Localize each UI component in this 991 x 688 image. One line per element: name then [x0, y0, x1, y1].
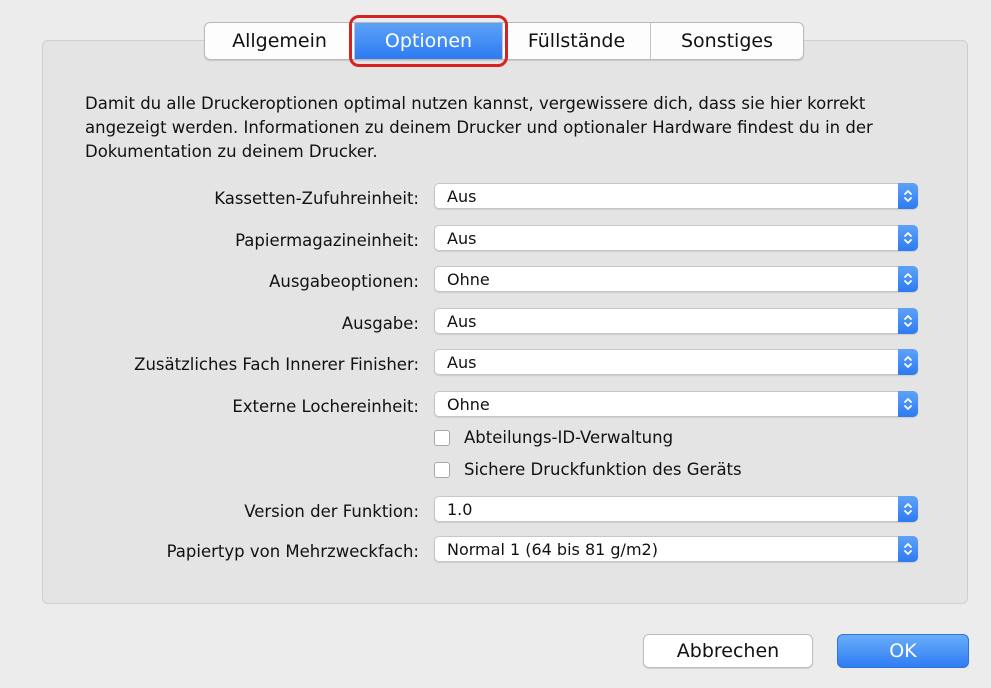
option-row-kassetten: Kassetten-Zufuhreinheit: Aus [0, 183, 991, 213]
updown-chevron-icon [898, 391, 918, 417]
select-value: Normal 1 (64 bis 81 g/m2) [447, 540, 658, 559]
tab-bar: Allgemein Optionen Füllstände Sonstiges [204, 15, 804, 67]
option-row-ausgabe: Ausgabe: Aus [0, 308, 991, 338]
option-label: Papiermagazineinheit: [235, 231, 419, 250]
option-row-papiermagazin: Papiermagazineinheit: Aus [0, 225, 991, 255]
externe-lochereinheit-select[interactable]: Ohne [434, 391, 918, 417]
option-label: Externe Lochereinheit: [232, 397, 419, 416]
checkbox-label: Sichere Druckfunktion des Geräts [464, 460, 742, 479]
updown-chevron-icon [898, 536, 918, 562]
cancel-button[interactable]: Abbrechen [643, 634, 813, 668]
option-row-zusaetzliches-fach: Zusätzliches Fach Innerer Finisher: Aus [0, 349, 991, 379]
ausgabeoptionen-select[interactable]: Ohne [434, 266, 918, 292]
option-label: Papiertyp von Mehrzweckfach: [166, 542, 419, 561]
tab-sonstiges[interactable]: Sonstiges [651, 23, 803, 59]
version-der-funktion-select[interactable]: 1.0 [434, 496, 918, 522]
updown-chevron-icon [898, 266, 918, 292]
select-value: Aus [447, 187, 477, 206]
option-label: Kassetten-Zufuhreinheit: [214, 189, 419, 208]
intro-text: Damit du alle Druckeroptionen optimal nu… [85, 94, 873, 161]
updown-chevron-icon [898, 183, 918, 209]
updown-chevron-icon [898, 496, 918, 522]
ok-button[interactable]: OK [837, 634, 969, 668]
checkbox-label: Abteilungs-ID-Verwaltung [464, 428, 674, 447]
option-label: Ausgabeoptionen: [269, 272, 419, 291]
tab-optionen[interactable]: Optionen [349, 15, 508, 67]
select-value: Aus [447, 353, 477, 372]
papiermagazineinheit-select[interactable]: Aus [434, 225, 918, 251]
select-value: Aus [447, 229, 477, 248]
option-label: Zusätzliches Fach Innerer Finisher: [134, 355, 419, 374]
option-row-version: Version der Funktion: 1.0 [0, 496, 991, 526]
select-value: Ohne [447, 395, 490, 414]
updown-chevron-icon [898, 225, 918, 251]
tab-fuellstaende[interactable]: Füllstände [503, 23, 651, 59]
zusaetzliches-fach-select[interactable]: Aus [434, 349, 918, 375]
papiertyp-select[interactable]: Normal 1 (64 bis 81 g/m2) [434, 536, 918, 562]
option-label: Ausgabe: [341, 314, 419, 333]
select-value: 1.0 [447, 500, 473, 519]
kassetten-zufuhreinheit-select[interactable]: Aus [434, 183, 918, 209]
option-label: Version der Funktion: [244, 502, 419, 521]
updown-chevron-icon [898, 308, 918, 334]
option-row-papiertyp: Papiertyp von Mehrzweckfach: Normal 1 (6… [0, 536, 991, 566]
updown-chevron-icon [898, 349, 918, 375]
select-value: Aus [447, 312, 477, 331]
ausgabe-select[interactable]: Aus [434, 308, 918, 334]
checkbox-box[interactable] [434, 430, 450, 446]
option-row-ausgabeoptionen: Ausgabeoptionen: Ohne [0, 266, 991, 296]
checkbox-box[interactable] [434, 462, 450, 478]
option-row-lochereinheit: Externe Lochereinheit: Ohne [0, 391, 991, 421]
tab-allgemein[interactable]: Allgemein [205, 23, 355, 59]
select-value: Ohne [447, 270, 490, 289]
